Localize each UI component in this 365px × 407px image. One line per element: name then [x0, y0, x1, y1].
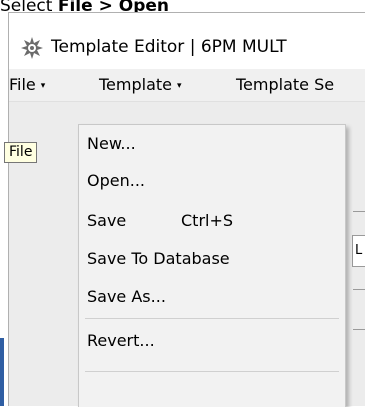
background-divider: [353, 211, 365, 212]
menu-item-save-as[interactable]: Save As...: [79, 278, 345, 316]
menu-template-settings[interactable]: Template Se: [232, 69, 338, 101]
background-field: L: [352, 235, 365, 267]
menu-item-save-label: Save: [87, 211, 127, 230]
chevron-down-icon: ▾: [177, 81, 182, 91]
background-divider: [353, 329, 365, 330]
menu-separator: [85, 371, 339, 372]
menu-template[interactable]: Template ▾: [95, 69, 186, 101]
menu-item-save-to-database[interactable]: Save To Database: [79, 240, 345, 278]
window-title: Template Editor | 6PM MULT: [51, 37, 287, 57]
menu-item-new-label: New...: [87, 134, 136, 153]
menu-item-revert-label: Revert...: [87, 331, 155, 350]
menu-item-save[interactable]: Save Ctrl+S: [79, 202, 345, 240]
title-bar: Template Editor | 6PM MULT: [9, 13, 365, 69]
menu-item-save-to-database-label: Save To Database: [87, 249, 230, 268]
menu-file-label: File: [9, 75, 36, 94]
gear-flower-icon: [21, 37, 43, 59]
menu-tooltip: File: [4, 142, 38, 163]
menu-separator: [85, 318, 339, 319]
menu-template-label: Template: [99, 75, 173, 94]
save-shortcut: Ctrl+S: [181, 211, 234, 230]
menu-item-new[interactable]: New...: [79, 125, 345, 163]
menu-template-settings-label: Template Se: [236, 75, 335, 94]
background-divider: [353, 289, 365, 290]
window-edge-accent: [0, 338, 4, 406]
menu-item-revert[interactable]: Revert...: [79, 322, 345, 360]
menu-item-open-label: Open...: [87, 171, 145, 190]
file-dropdown-menu: New... Open... Save Ctrl+S Save To Datab…: [78, 124, 346, 407]
background-field-text: L: [355, 243, 363, 258]
menu-file[interactable]: File ▾: [5, 69, 49, 101]
menu-item-save-as-label: Save As...: [87, 287, 166, 306]
menu-bar: File ▾ Template ▾ Template Se: [9, 69, 365, 102]
menu-item-open[interactable]: Open...: [79, 162, 345, 200]
chevron-down-icon: ▾: [40, 81, 46, 91]
